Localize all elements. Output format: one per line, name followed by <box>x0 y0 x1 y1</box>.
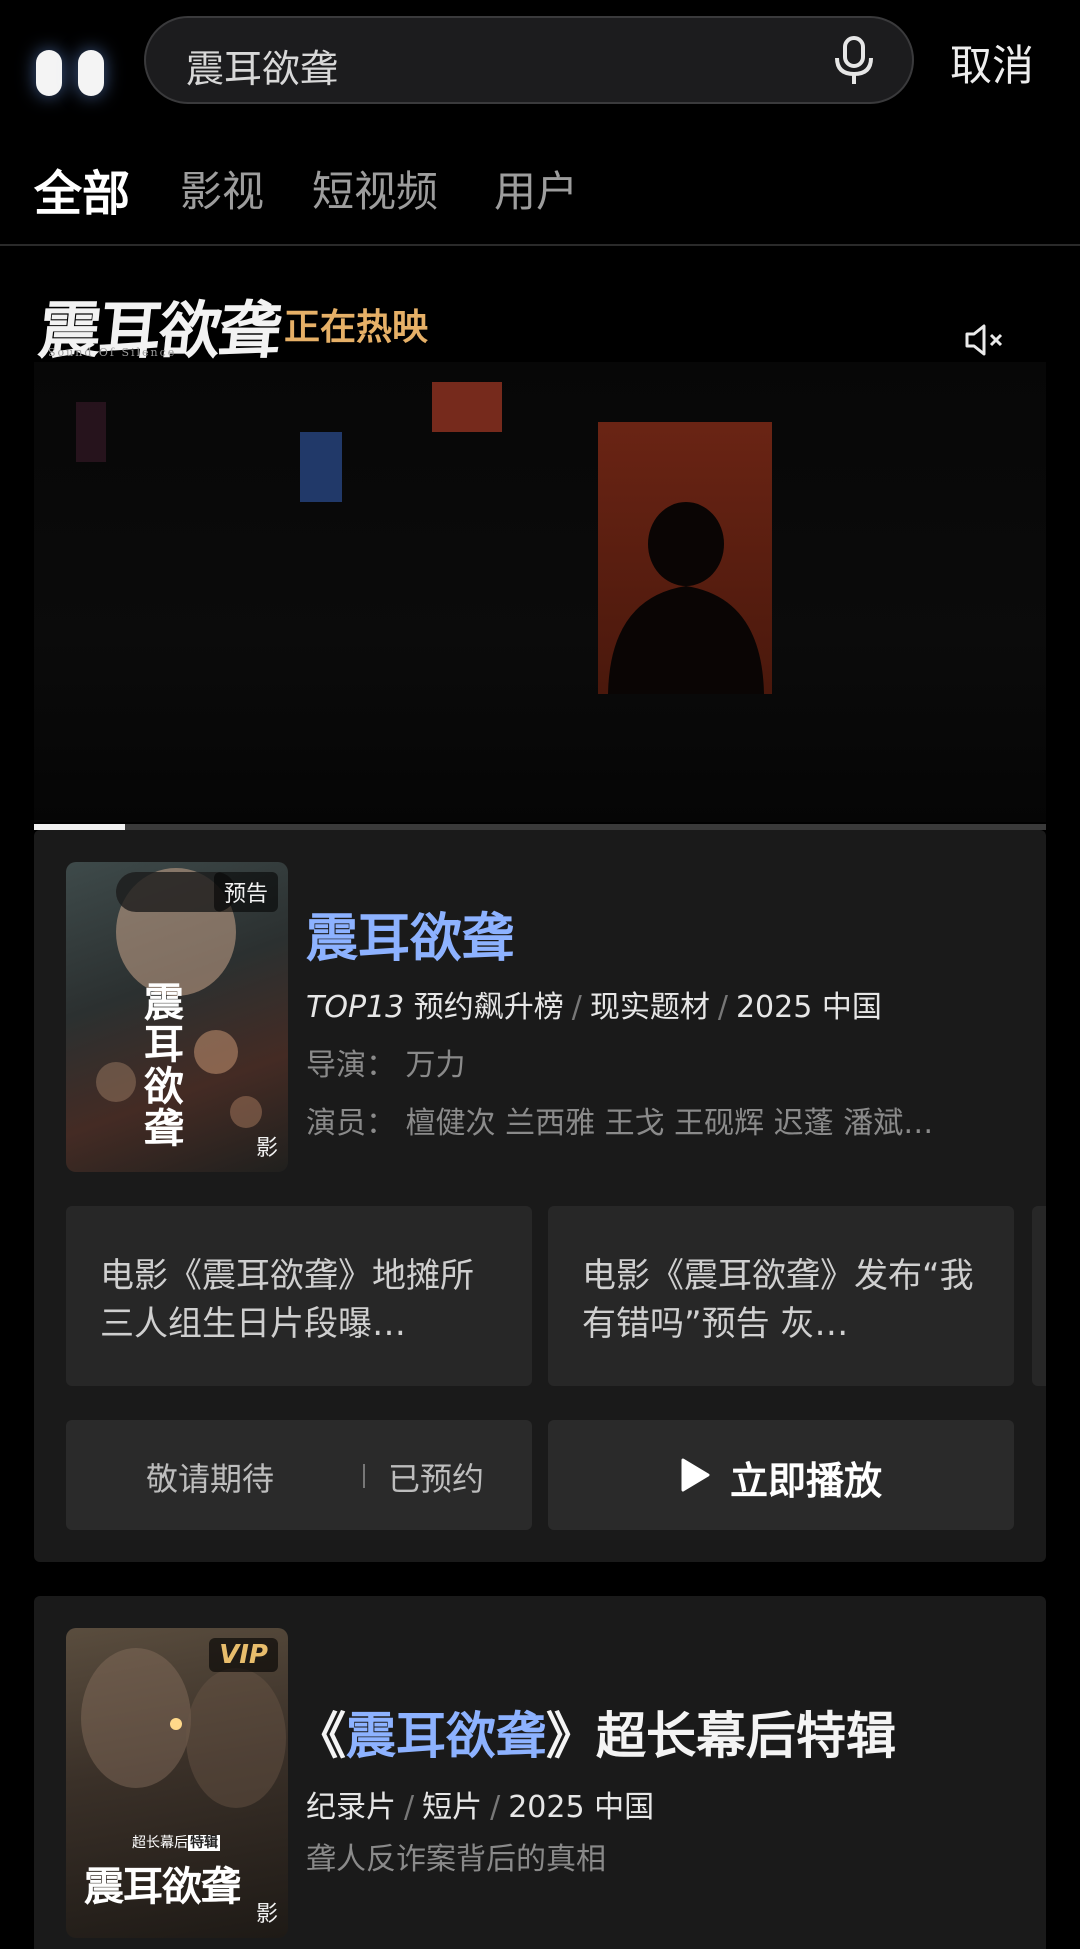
film-corner-mark: 影 <box>255 1136 278 1161</box>
cast-line: 演员： 檀健次 兰西雅 王戈 王砚辉 迟蓬 潘斌… <box>306 1106 934 1141</box>
news-card-peek[interactable] <box>1032 1206 1046 1386</box>
app-logo-icon[interactable] <box>34 50 106 96</box>
rank-label: TOP13 <box>306 990 405 1025</box>
tab-users[interactable]: 用户 <box>494 158 578 219</box>
movie-title[interactable]: 震耳欲聋 <box>306 896 514 971</box>
search-input[interactable]: 震耳欲聋 <box>144 16 914 104</box>
video-scene-light <box>300 432 342 502</box>
silhouette-figure-icon <box>608 502 764 694</box>
play-now-button[interactable]: 立即播放 <box>548 1420 1014 1530</box>
reserved-label: 已预约 <box>388 1460 485 1498</box>
news-card[interactable]: 电影《震耳欲聋》发布“我有错吗”预告 灰… <box>548 1206 1014 1386</box>
movie-poster[interactable]: 预告 震耳欲聋 影 <box>66 862 288 1172</box>
tab-all[interactable]: 全部 <box>34 154 130 224</box>
movie-result-card[interactable]: 预告 震耳欲聋 影 震耳欲聋 TOP13 预约飙升榜 / 现实题材/2025 中国 … <box>34 830 1046 1562</box>
cancel-button[interactable]: 取消 <box>950 32 1034 93</box>
film-corner-mark: 影 <box>255 1902 278 1927</box>
special-description: 聋人反诈案背后的真相 <box>306 1842 606 1877</box>
rank-list: 预约飙升榜 <box>413 990 564 1025</box>
trailer-badge: 预告 <box>213 872 278 912</box>
reserve-button[interactable]: 敬请期待 已预约 <box>66 1420 532 1530</box>
video-scene-light <box>432 382 502 432</box>
movie-meta: TOP13 预约飙升榜 / 现实题材/2025 中国 <box>306 990 882 1025</box>
special-poster[interactable]: VIP 超长幕后 特辑 震耳欲聋 影 <box>66 1628 288 1938</box>
banner-subtitle: Sound Of Silence <box>48 346 177 359</box>
special-feature-card[interactable]: VIP 超长幕后 特辑 震耳欲聋 影 《震耳欲聋》超长幕后特辑 纪录片 / 短片/20… <box>34 1596 1046 1949</box>
trailer-video[interactable] <box>34 362 1046 822</box>
special-meta: 纪录片 / 短片/2025 中国 <box>306 1790 655 1825</box>
vip-badge: VIP <box>209 1638 278 1672</box>
now-showing-tag: 正在热映 <box>284 307 429 348</box>
play-icon <box>681 1458 710 1492</box>
director-line: 导演： 万力 <box>306 1048 466 1083</box>
special-title[interactable]: 《震耳欲聋》超长幕后特辑 <box>296 1696 896 1768</box>
promo-banner[interactable]: 震耳欲聋 Sound Of Silence 正在热映 <box>0 262 1080 830</box>
microphone-icon[interactable] <box>832 36 876 86</box>
tab-short-video[interactable]: 短视频 <box>312 158 438 219</box>
mute-icon[interactable] <box>964 322 1006 358</box>
play-now-label: 立即播放 <box>730 1459 883 1503</box>
video-scene-light <box>76 402 106 462</box>
year-region: 2025 中国 <box>735 990 882 1025</box>
top-bar: 震耳欲聋 取消 <box>0 0 1080 122</box>
poster-subtitle: 超长幕后 特辑 <box>132 1835 220 1851</box>
category-tabs: 全部 影视 短视频 用户 <box>0 150 1080 246</box>
news-headline: 电影《震耳欲聋》地摊所三人组生日片段曝… <box>100 1256 474 1344</box>
news-headline: 电影《震耳欲聋》发布“我有错吗”预告 灰… <box>582 1256 974 1344</box>
genre: 现实题材 <box>589 990 710 1025</box>
divider <box>363 1464 365 1488</box>
search-query[interactable]: 震耳欲聋 <box>186 38 338 93</box>
poster-title: 震耳欲聋 <box>84 1863 241 1910</box>
news-card[interactable]: 电影《震耳欲聋》地摊所三人组生日片段曝… <box>66 1206 532 1386</box>
poster-title: 震耳欲聋 <box>144 979 184 1152</box>
expect-label: 敬请期待 <box>146 1460 275 1498</box>
tab-film-tv[interactable]: 影视 <box>180 158 264 219</box>
